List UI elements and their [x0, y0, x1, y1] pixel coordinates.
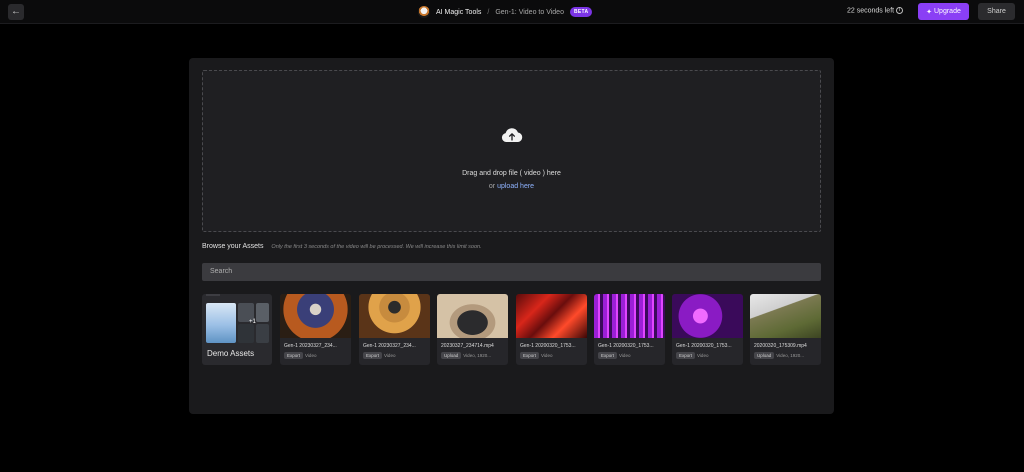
- asset-meta: Export Video: [676, 352, 708, 359]
- asset-type: Video: [541, 353, 553, 358]
- breadcrumb: AI Magic Tools / Gen-1: Video to Video B…: [418, 4, 593, 20]
- arrow-left-icon: ←: [11, 6, 21, 17]
- demo-thumbnail: [206, 303, 236, 343]
- asset-name: 20200320_175309.mp4: [754, 343, 807, 349]
- breadcrumb-separator: /: [487, 8, 490, 16]
- asset-card[interactable]: Gen-1 20230327_234... Export Video: [359, 294, 430, 365]
- asset-type: Video: [305, 353, 317, 358]
- asset-card[interactable]: Gen-1 20200320_1753... Export Video: [516, 294, 587, 365]
- asset-type: Video, 1920...: [776, 353, 804, 358]
- asset-card[interactable]: Gen-1 20200320_1753... Export Video: [672, 294, 743, 365]
- sparkle-icon: ✦: [926, 8, 932, 16]
- asset-meta: Upload Video, 1920...: [441, 352, 491, 359]
- asset-tag: Upload: [441, 352, 462, 359]
- video-thumbnail: [437, 294, 508, 338]
- asset-tag: Export: [676, 352, 696, 359]
- app-logo-icon: [418, 6, 430, 18]
- asset-type: Video, 1920...: [463, 353, 491, 358]
- browse-note: Only the first 3 seconds of the video wi…: [271, 244, 482, 250]
- asset-card[interactable]: 20230327_234714.mp4 Upload Video, 1920...: [437, 294, 508, 365]
- asset-tag: Export: [363, 352, 383, 359]
- share-button[interactable]: Share: [978, 3, 1015, 20]
- demo-thumbnail: [256, 303, 269, 322]
- timer-text: 22 seconds left: [847, 7, 895, 15]
- asset-type: Video: [697, 353, 709, 358]
- back-button[interactable]: ←: [8, 4, 24, 20]
- asset-tag: Export: [284, 352, 304, 359]
- asset-card[interactable]: Gen-1 20200320_1753... Export Video: [594, 294, 665, 365]
- main-panel: Drag and drop file ( video ) here or upl…: [189, 58, 834, 414]
- demo-assets-label: Demo Assets: [207, 349, 255, 358]
- asset-name: 20230327_234714.mp4: [441, 343, 494, 349]
- search-input[interactable]: Search: [202, 263, 821, 281]
- asset-type: Video: [384, 353, 396, 358]
- asset-name: Gen-1 20200320_1753...: [676, 343, 732, 349]
- demo-thumbnail: [238, 324, 254, 343]
- breadcrumb-app[interactable]: AI Magic Tools: [436, 9, 481, 16]
- asset-name: Gen-1 20230327_234...: [284, 343, 337, 349]
- asset-meta: Export Video: [520, 352, 552, 359]
- video-thumbnail: [594, 294, 665, 338]
- asset-name: Gen-1 20200320_1753...: [598, 343, 654, 349]
- video-thumbnail: [750, 294, 821, 338]
- video-thumbnail: [359, 294, 430, 338]
- asset-tag: Export: [520, 352, 540, 359]
- info-icon[interactable]: i: [896, 7, 904, 14]
- asset-card[interactable]: 20200320_175309.mp4 Upload Video, 1920...: [750, 294, 821, 365]
- browse-title: Browse your Assets: [202, 243, 264, 250]
- upgrade-label: Upgrade: [934, 8, 961, 15]
- asset-list: +1 Demo Assets Gen-1 20230327_234... Exp…: [202, 294, 821, 366]
- upgrade-button[interactable]: ✦ Upgrade: [918, 3, 969, 20]
- browse-header: Browse your Assets Only the first 3 seco…: [202, 243, 482, 250]
- folder-tab: [206, 294, 220, 296]
- drop-instructions: Drag and drop file ( video ) here: [462, 170, 561, 177]
- demo-assets-folder[interactable]: +1 Demo Assets: [202, 294, 272, 365]
- asset-type: Video: [619, 353, 631, 358]
- beta-badge: BETA: [569, 7, 593, 17]
- video-thumbnail: [516, 294, 587, 338]
- upload-link[interactable]: upload here: [497, 183, 534, 190]
- asset-tag: Upload: [754, 352, 775, 359]
- breadcrumb-page: Gen-1: Video to Video: [495, 8, 564, 16]
- time-remaining: 22 seconds left i: [847, 7, 904, 15]
- cloud-upload-icon: [501, 128, 523, 142]
- or-text: or: [488, 183, 496, 190]
- upload-dropzone[interactable]: Drag and drop file ( video ) here or upl…: [202, 70, 821, 232]
- asset-name: Gen-1 20200320_1753...: [520, 343, 576, 349]
- asset-card[interactable]: Gen-1 20230327_234... Export Video: [280, 294, 351, 365]
- asset-meta: Upload Video, 1920...: [754, 352, 804, 359]
- asset-name: Gen-1 20230327_234...: [363, 343, 416, 349]
- more-count: +1: [249, 319, 256, 325]
- video-thumbnail: [672, 294, 743, 338]
- asset-meta: Export Video: [363, 352, 395, 359]
- asset-tag: Export: [598, 352, 618, 359]
- top-bar: ← AI Magic Tools / Gen-1: Video to Video…: [0, 0, 1024, 24]
- asset-meta: Export Video: [598, 352, 630, 359]
- video-thumbnail: [280, 294, 351, 338]
- asset-meta: Export Video: [284, 352, 316, 359]
- drop-or-line: or upload here: [203, 183, 820, 190]
- demo-thumbnail: [256, 324, 269, 343]
